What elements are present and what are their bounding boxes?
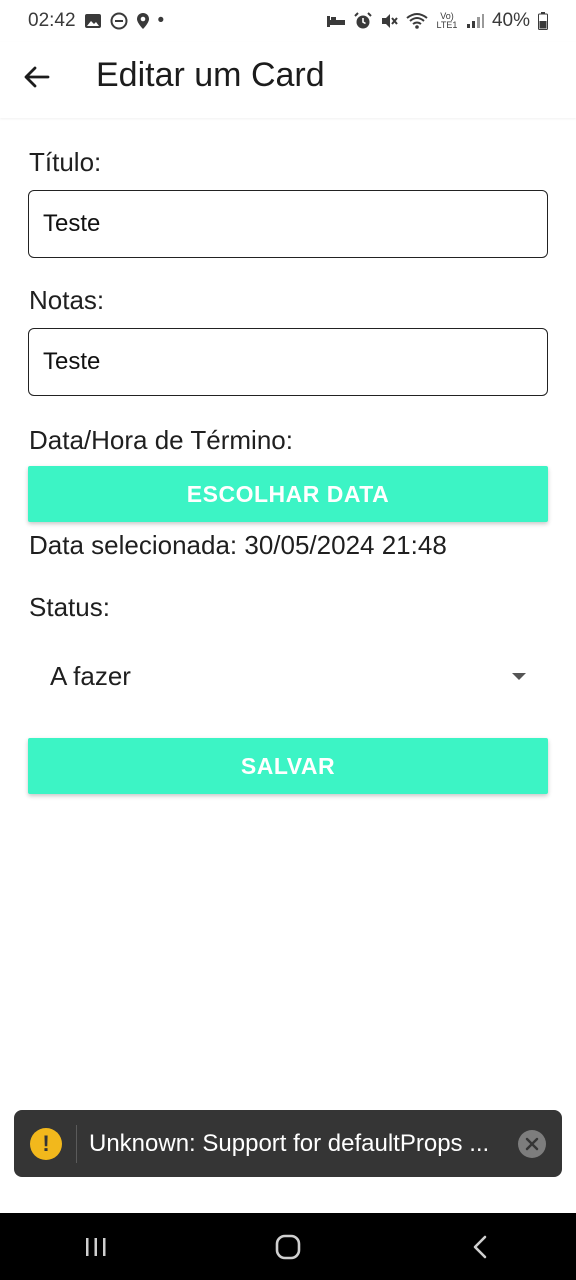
toast-divider	[76, 1124, 77, 1163]
status-picker-value: A fazer	[50, 660, 131, 691]
sleep-icon	[326, 14, 346, 28]
status-bar: 02:42 • Vo) LTE1 40%	[0, 0, 576, 42]
warning-icon: !	[30, 1127, 62, 1160]
status-bar-left: 02:42 •	[28, 10, 164, 32]
recent-apps-icon	[86, 1237, 106, 1256]
choose-date-button[interactable]: ESCOLHAR DATA	[28, 466, 548, 522]
signal-icon	[466, 13, 484, 29]
arrow-back-icon	[24, 66, 50, 88]
location-icon	[136, 12, 150, 30]
image-icon	[84, 13, 102, 29]
save-button[interactable]: SALVAR	[28, 738, 548, 794]
battery-icon	[538, 12, 548, 30]
warning-toast[interactable]: ! Unknown: Support for defaultProps ...	[14, 1110, 562, 1177]
toast-message: Unknown: Support for defaultProps ...	[89, 1129, 490, 1157]
wifi-icon	[406, 12, 428, 30]
status-picker[interactable]: A fazer	[28, 646, 548, 706]
home-button[interactable]	[258, 1217, 318, 1277]
back-nav-button[interactable]	[450, 1217, 510, 1277]
status-time: 02:42	[28, 10, 76, 31]
app-bar: Editar um Card	[0, 42, 576, 118]
caret-down-icon	[512, 672, 526, 680]
system-nav-bar	[0, 1213, 576, 1280]
toast-close-button[interactable]	[518, 1129, 546, 1158]
close-icon	[525, 1137, 539, 1150]
back-button[interactable]	[22, 62, 52, 92]
recent-apps-button[interactable]	[66, 1217, 126, 1277]
deadline-label: Data/Hora de Término:	[29, 425, 293, 455]
notes-label: Notas:	[29, 285, 105, 315]
selected-date-text: Data selecionada: 30/05/2024 21:48	[29, 530, 447, 560]
dnd-icon	[110, 12, 128, 30]
title-input[interactable]	[28, 190, 548, 258]
mute-icon	[380, 12, 398, 30]
status-dot: •	[157, 10, 165, 31]
home-icon	[275, 1234, 301, 1259]
alarm-icon	[354, 12, 372, 30]
title-label: Título:	[29, 147, 102, 177]
chevron-left-icon	[473, 1235, 487, 1258]
network-label: Vo) LTE1	[436, 11, 458, 30]
notes-input[interactable]	[28, 328, 548, 396]
status-label: Status:	[29, 592, 110, 622]
page-title: Editar um Card	[96, 56, 325, 94]
status-bar-right: Vo) LTE1 40%	[326, 10, 548, 32]
battery-percent: 40%	[491, 10, 530, 31]
